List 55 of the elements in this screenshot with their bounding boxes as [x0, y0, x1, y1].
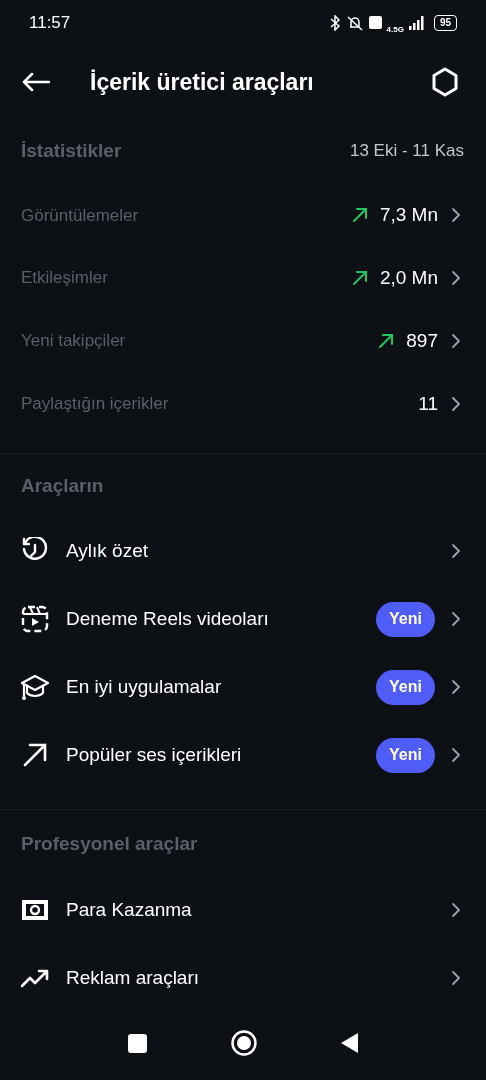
- stat-value: 7,3 Mn: [379, 203, 438, 228]
- menu-item[interactable]: Aylık özet: [0, 517, 486, 586]
- chevron-right-icon: [450, 747, 462, 764]
- menu-item[interactable]: Para Kazanma: [0, 876, 486, 945]
- menu-item[interactable]: Reklam araçları: [0, 944, 486, 1013]
- stat-row[interactable]: Paylaştığın içerikler 11: [0, 372, 486, 436]
- chevron-right-icon: [450, 333, 462, 350]
- new-badge: Yeni: [376, 737, 435, 773]
- status-time: 11:57: [29, 12, 71, 35]
- video-frame-icon: [21, 605, 49, 634]
- graduation-cap-icon: [21, 673, 49, 702]
- stat-row[interactable]: Yeni takipçiler 897: [0, 309, 486, 373]
- square-nav-icon[interactable]: [127, 1033, 147, 1053]
- chevron-right-icon: [450, 902, 462, 919]
- section-heading: İstatistikler: [21, 138, 122, 163]
- menu-label: Deneme Reels videoları: [66, 607, 270, 632]
- stat-label: Görüntülemeler: [21, 204, 140, 227]
- back-arrow-icon[interactable]: [22, 71, 50, 92]
- chevron-right-icon: [450, 207, 462, 224]
- chevron-right-icon: [450, 611, 462, 628]
- menu-label: Reklam araçları: [66, 965, 201, 990]
- menu-item[interactable]: Deneme Reels videoları Yeni: [0, 585, 486, 654]
- menu-label: Popüler ses içerikleri: [66, 743, 243, 768]
- chevron-right-icon: [450, 543, 462, 560]
- menu-item[interactable]: En iyi uygulamalar Yeni: [0, 653, 486, 722]
- stat-value: 897: [406, 328, 438, 353]
- chevron-right-icon: [450, 679, 462, 696]
- new-badge: Yeni: [376, 601, 435, 637]
- date-range: 13 Eki - 11 Kas: [349, 140, 464, 163]
- signal-icon: [408, 15, 425, 30]
- bluetooth-icon: [329, 14, 341, 31]
- stat-label: Etkileşimler: [21, 267, 109, 290]
- stat-row[interactable]: Görüntülemeler 7,3 Mn: [0, 183, 486, 247]
- section-heading: Profesyonel araçlar: [21, 831, 198, 856]
- back-triangle-icon[interactable]: [340, 1033, 359, 1054]
- settings-icon[interactable]: [430, 66, 460, 97]
- circle-nav-icon[interactable]: [230, 1030, 257, 1057]
- chevron-right-icon: [450, 270, 462, 287]
- menu-label: En iyi uygulamalar: [66, 675, 223, 700]
- new-badge: Yeni: [376, 669, 435, 705]
- network-type: 4.5G: [386, 25, 404, 34]
- menu-label: Aylık özet: [66, 539, 150, 564]
- menu-item[interactable]: Popüler ses içerikleri Yeni: [0, 721, 486, 790]
- chevron-right-icon: [450, 970, 462, 987]
- muted-bell-icon: [345, 14, 364, 31]
- stat-label: Paylaştığın içerikler: [21, 393, 170, 416]
- menu-label: Para Kazanma: [66, 897, 193, 922]
- stat-row[interactable]: Etkileşimler 2,0 Mn: [0, 246, 486, 310]
- section-heading: Araçların: [21, 474, 104, 499]
- page-title: İçerik üretici araçları: [90, 67, 315, 97]
- stat-label: Yeni takipçiler: [21, 330, 127, 353]
- stat-value: 2,0 Mn: [379, 266, 438, 290]
- stat-value: 11: [418, 391, 438, 416]
- battery-indicator: 95: [433, 14, 457, 31]
- chevron-right-icon: [450, 396, 462, 413]
